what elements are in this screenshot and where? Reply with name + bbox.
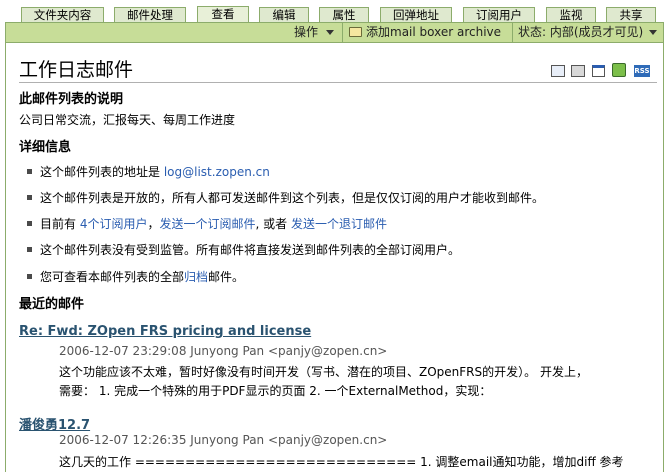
operate-menu[interactable]: 操作 <box>294 23 335 42</box>
title-divider <box>19 82 657 83</box>
post-excerpt: 需要： 1. 完成一个特殊的用于PDF显示的页面 2. 一个ExternalMe… <box>59 384 492 398</box>
bullet <box>27 221 32 226</box>
action-bar: 操作 添加mail boxer archive 状态: 内部(成员才可见) <box>5 22 664 43</box>
tab-bar: 文件夹内容 邮件处理 查看 编辑 属性 回弹地址 订阅用户 监视 共享 <box>0 0 672 24</box>
subscribers-link[interactable]: 4个订阅用户 <box>80 217 148 231</box>
operate-label: 操作 <box>294 25 319 39</box>
tab-mail-handling[interactable]: 邮件处理 <box>114 7 186 22</box>
bullet <box>27 169 32 174</box>
chevron-down-icon <box>326 30 335 35</box>
post-meta: 2006-12-07 12:26:35 Junyong Pan <panjy@z… <box>59 433 388 447</box>
tab-folder-contents[interactable]: 文件夹内容 <box>21 7 104 22</box>
tab-properties[interactable]: 属性 <box>319 7 369 22</box>
state-menu[interactable]: 状态: 内部(成员才可见) <box>518 23 658 42</box>
user-icon[interactable] <box>612 63 626 77</box>
divider <box>512 23 513 42</box>
separator: ， <box>147 217 160 231</box>
recent-heading: 最近的邮件 <box>19 297 85 312</box>
now-prefix: 目前有 <box>40 217 77 231</box>
tab-share[interactable]: 共享 <box>606 7 656 22</box>
print-icon[interactable] <box>571 65 585 77</box>
post-title-link[interactable]: 潘俊勇12.7 <box>19 414 90 433</box>
tab-bounce-address[interactable]: 回弹地址 <box>380 7 452 22</box>
open-list-text: 这个邮件列表是开放的，所有人都可发送邮件到这个列表，但是仅仅订阅的用户才能收到邮… <box>40 191 545 205</box>
not-moderated-text: 这个邮件列表没有受到监管。所有邮件将直接发送到邮件列表的全部订阅用户。 <box>40 243 461 257</box>
list-address-link[interactable]: log@list.zopen.cn <box>164 165 270 179</box>
tab-monitor[interactable]: 监视 <box>546 7 596 22</box>
details-heading: 详细信息 <box>19 140 72 155</box>
address-line: 这个邮件列表的地址是 log@list.zopen.cn <box>40 163 270 180</box>
unsubscribe-link[interactable]: 发送一个退订邮件 <box>291 217 387 231</box>
address-prefix: 这个邮件列表的地址是 <box>40 165 161 179</box>
archive-link[interactable]: 归档 <box>184 270 208 284</box>
bullet <box>27 247 32 252</box>
post-title-link[interactable]: Re: Fwd: ZOpen FRS pricing and license <box>19 324 311 339</box>
fullscreen-icon[interactable] <box>592 65 605 77</box>
archive-suffix: 邮件。 <box>208 270 245 284</box>
add-archive-button[interactable]: 添加mail boxer archive <box>366 23 501 42</box>
page-title: 工作日志邮件 <box>19 59 134 81</box>
rss-icon[interactable]: RSS <box>634 65 650 77</box>
post-meta: 2006-12-07 23:29:08 Junyong Pan <panjy@z… <box>59 344 388 358</box>
mail-icon[interactable] <box>551 65 565 77</box>
tab-subscribers[interactable]: 订阅用户 <box>463 7 535 22</box>
tab-edit[interactable]: 编辑 <box>259 7 309 22</box>
subscribe-line: 目前有 4个订阅用户，发送一个订阅邮件, 或者 发送一个退订邮件 <box>40 215 387 232</box>
archive-prefix: 您可查看本邮件列表的全部 <box>40 270 185 284</box>
folder-icon <box>349 27 362 37</box>
bullet <box>27 195 32 200</box>
chevron-down-icon <box>649 30 658 35</box>
state-label: 状态: 内部(成员才可见) <box>518 25 644 39</box>
archive-line: 您可查看本邮件列表的全部归档邮件。 <box>40 268 244 285</box>
description-text: 公司日常交流，汇报每天、每周工作进度 <box>19 113 236 127</box>
or-text: , 或者 <box>255 217 288 231</box>
bullet <box>27 274 32 279</box>
subscribe-link[interactable]: 发送一个订阅邮件 <box>160 217 256 231</box>
post-excerpt: 这个功能应该不太难，暂时好像没有时间开发（写书、潜在的项目、ZOpenFRS的开… <box>59 365 588 379</box>
divider <box>342 23 343 42</box>
description-heading: 此邮件列表的说明 <box>19 92 124 107</box>
post-excerpt: 这几天的工作 ============================ 1. 调… <box>59 455 624 469</box>
